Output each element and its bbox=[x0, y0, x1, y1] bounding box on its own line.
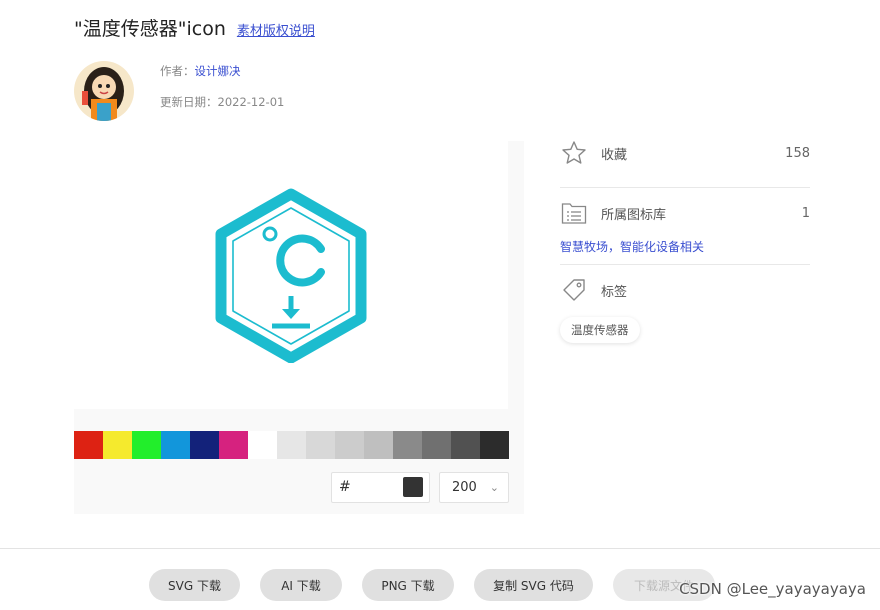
author-line: 作者：设计娜决 bbox=[160, 63, 241, 79]
current-color-chip[interactable] bbox=[403, 477, 423, 497]
color-swatch[interactable] bbox=[190, 431, 219, 459]
date-label: 更新日期： bbox=[160, 95, 218, 109]
hash-symbol: # bbox=[339, 479, 351, 495]
color-swatch[interactable] bbox=[306, 431, 335, 459]
color-swatch[interactable] bbox=[103, 431, 132, 459]
star-icon[interactable] bbox=[560, 139, 588, 167]
tags-row: 标签 bbox=[560, 275, 810, 305]
color-swatch[interactable] bbox=[480, 431, 509, 459]
color-palette bbox=[74, 431, 509, 459]
folder-list-icon bbox=[560, 199, 588, 227]
library-label: 所属图标库 bbox=[601, 207, 667, 223]
svg-download-button[interactable]: SVG 下载 bbox=[149, 569, 240, 601]
color-swatch[interactable] bbox=[219, 431, 248, 459]
divider bbox=[560, 187, 810, 188]
color-swatch[interactable] bbox=[132, 431, 161, 459]
color-swatch[interactable] bbox=[422, 431, 451, 459]
chevron-down-icon: ⌄ bbox=[489, 481, 499, 494]
color-swatch[interactable] bbox=[364, 431, 393, 459]
author-label: 作者： bbox=[160, 64, 195, 78]
author-avatar[interactable] bbox=[74, 61, 134, 121]
csdn-watermark: CSDN @Lee_yayayayaya bbox=[679, 580, 866, 598]
color-swatch[interactable] bbox=[277, 431, 306, 459]
color-swatch[interactable] bbox=[248, 431, 277, 459]
copyright-notice-link[interactable]: 素材版权说明 bbox=[237, 20, 315, 39]
title-row: "温度传感器"icon 素材版权说明 bbox=[74, 14, 315, 41]
icon-preview-panel: # 200 ⌄ bbox=[74, 141, 524, 514]
favorite-label: 收藏 bbox=[601, 147, 628, 163]
hex-color-input[interactable]: # bbox=[331, 472, 430, 503]
favorite-count: 158 bbox=[785, 145, 810, 161]
color-swatch[interactable] bbox=[74, 431, 103, 459]
copy-svg-code-button[interactable]: 复制 SVG 代码 bbox=[474, 569, 593, 601]
tag-pill[interactable]: 温度传感器 bbox=[560, 317, 640, 343]
author-name-link[interactable]: 设计娜决 bbox=[195, 64, 241, 78]
divider bbox=[560, 264, 810, 265]
icon-canvas bbox=[74, 141, 508, 409]
tag-icon bbox=[560, 276, 588, 304]
ai-download-button[interactable]: AI 下载 bbox=[260, 569, 342, 601]
png-download-button[interactable]: PNG 下载 bbox=[362, 569, 454, 601]
library-row: 所属图标库 1 bbox=[560, 198, 810, 228]
color-swatch[interactable] bbox=[451, 431, 480, 459]
avatar-illustration bbox=[74, 61, 134, 121]
size-value: 200 bbox=[452, 480, 477, 495]
page-title: "温度传感器"icon bbox=[74, 18, 226, 40]
favorite-row[interactable]: 收藏 158 bbox=[560, 138, 810, 168]
update-date-line: 更新日期：2022-12-01 bbox=[160, 94, 284, 110]
icon-size-select[interactable]: 200 ⌄ bbox=[439, 472, 509, 503]
library-count: 1 bbox=[801, 205, 810, 221]
date-value: 2022-12-01 bbox=[217, 95, 285, 109]
footer-divider bbox=[0, 548, 880, 549]
color-swatch[interactable] bbox=[393, 431, 422, 459]
temperature-sensor-icon bbox=[215, 188, 367, 363]
icon-library-link[interactable]: 智慧牧场，智能化设备相关 bbox=[560, 238, 704, 255]
color-swatch[interactable] bbox=[335, 431, 364, 459]
color-swatch[interactable] bbox=[161, 431, 190, 459]
tags-label: 标签 bbox=[601, 284, 628, 300]
